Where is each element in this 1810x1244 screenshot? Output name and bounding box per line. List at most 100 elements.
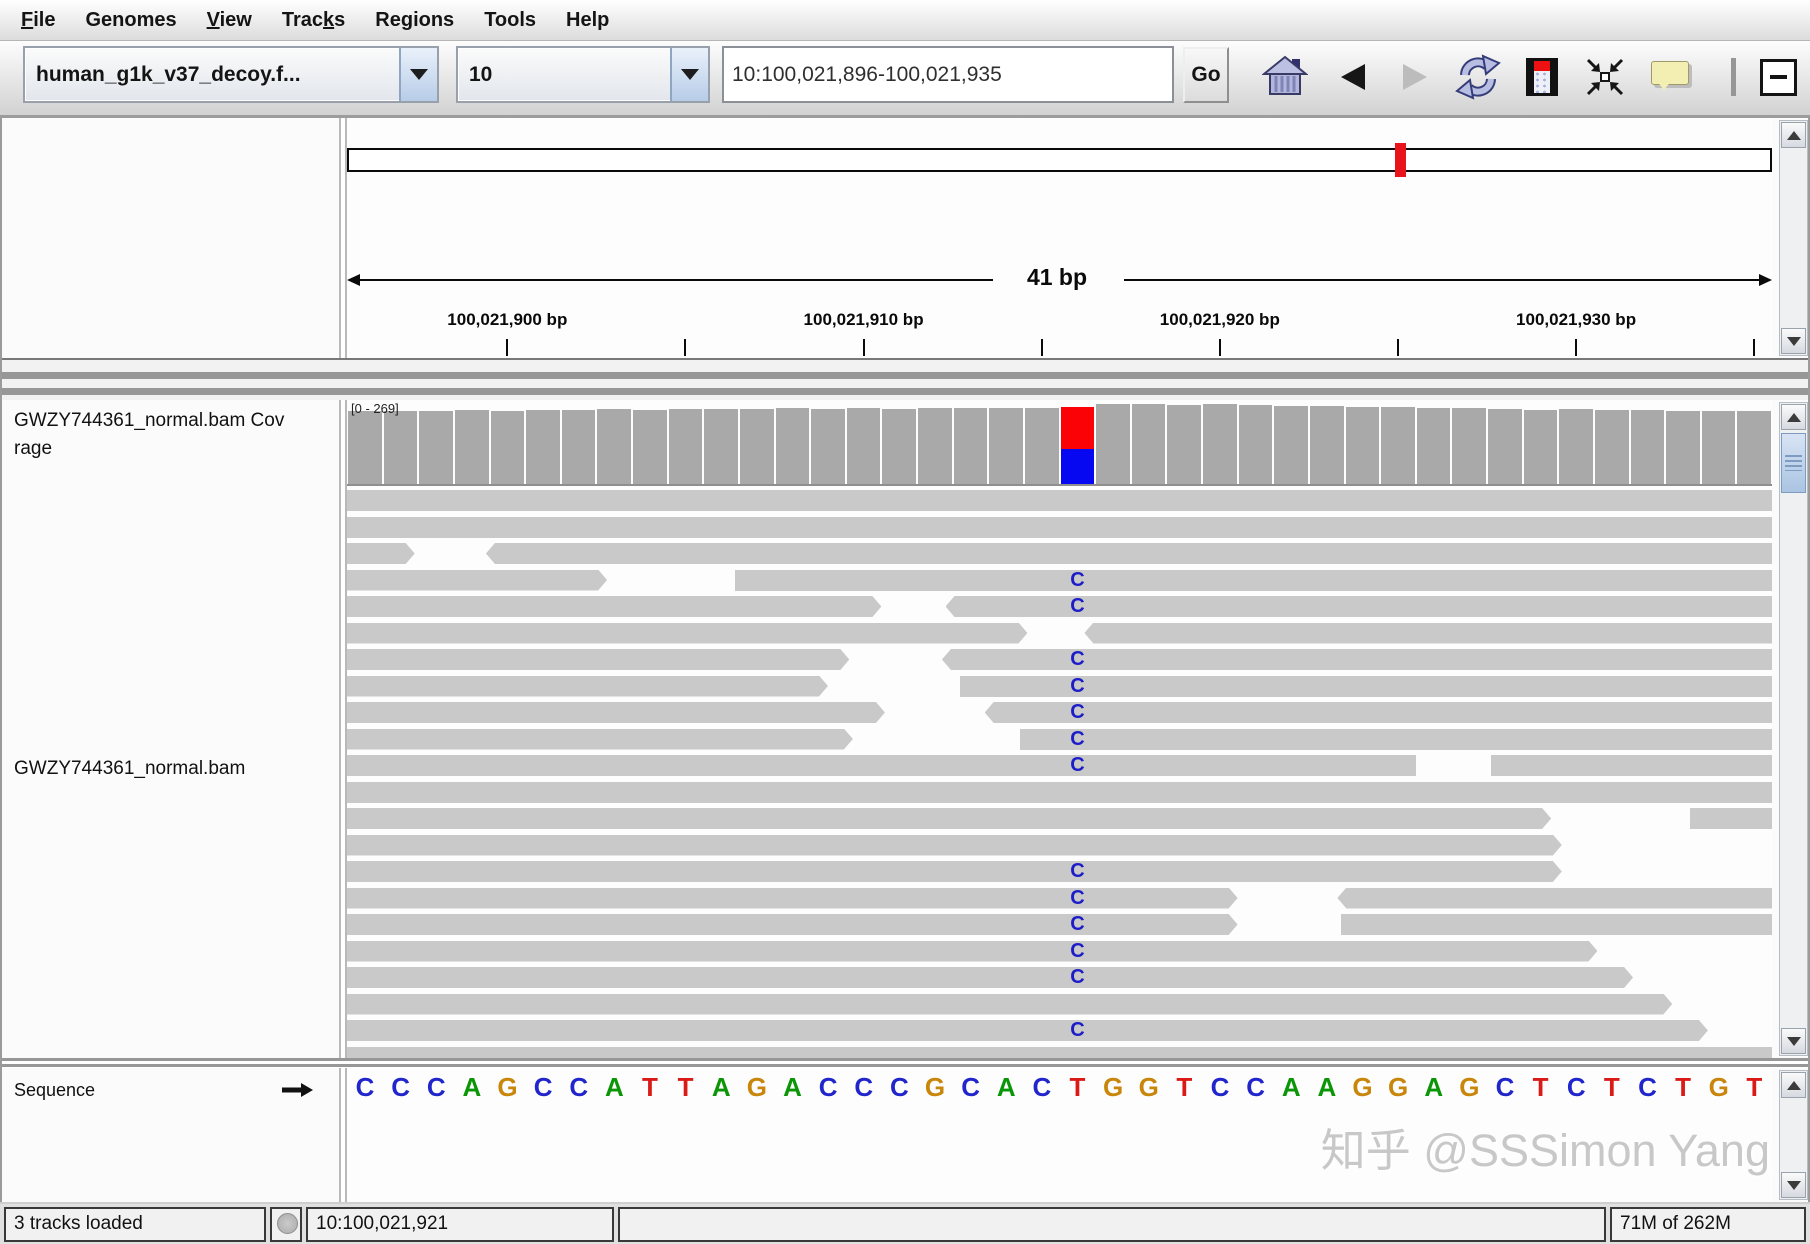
sequence-base: T	[1176, 1072, 1193, 1102]
sequence-base: C	[1210, 1072, 1230, 1102]
sequence-base: C	[818, 1072, 838, 1102]
sequence-base: G	[497, 1072, 518, 1102]
sequence-base: G	[1103, 1072, 1124, 1102]
read-segment	[735, 569, 1772, 591]
sequence-base: A	[1424, 1072, 1444, 1102]
ruler-tick-label: 100,021,910 bp	[803, 310, 924, 329]
ruler-data-area[interactable]: 41 bp 100,021,900 bp 100,021,910 bp 100,02…	[347, 118, 1772, 358]
sequence-base: T	[1746, 1072, 1763, 1102]
read-segment	[1020, 728, 1772, 750]
ruler-scrollbar[interactable]	[1779, 120, 1808, 356]
refresh-icon	[1455, 54, 1501, 100]
fit-to-window-button[interactable]	[1583, 52, 1627, 102]
scroll-down-button[interactable]	[1781, 1172, 1806, 1198]
sequence-base: T	[677, 1072, 694, 1102]
alignment-track-label[interactable]: GWZY744361_normal.bam	[14, 758, 245, 780]
sequence-base: C	[355, 1072, 375, 1102]
read-mismatch-base: C	[1070, 1019, 1085, 1041]
read-segment	[347, 888, 1238, 909]
read-segment	[347, 994, 1672, 1015]
go-button[interactable]: Go	[1183, 47, 1229, 103]
menu-help[interactable]: Help	[551, 0, 624, 40]
status-indicator-icon	[277, 1213, 298, 1234]
scroll-down-button[interactable]	[1781, 1028, 1806, 1054]
read-segment	[347, 861, 1562, 882]
scroll-up-button[interactable]	[1781, 1072, 1806, 1098]
read-segment	[347, 914, 1238, 935]
zoom-out-button[interactable]	[1758, 52, 1798, 102]
sequence-data-area[interactable]: 知乎 @SSSimon Yang CCCAGCCATTAGACCCGCACTGG…	[347, 1068, 1772, 1202]
strand-arrow-icon[interactable]	[280, 1082, 314, 1098]
region-icon	[1526, 58, 1558, 96]
forward-button[interactable]	[1400, 52, 1430, 102]
sequence-base: G	[1388, 1072, 1409, 1102]
ruler-tick-label: 100,021,900 bp	[447, 310, 568, 329]
ruler-tick-label: 100,021,920 bp	[1159, 310, 1280, 329]
read-segment	[347, 623, 1027, 644]
chromosome-select-value: 10	[469, 63, 493, 86]
read-segment	[1337, 887, 1772, 909]
read-mismatch-base: C	[1070, 674, 1085, 697]
menu-tools[interactable]: Tools	[469, 0, 551, 40]
region-of-interest-button[interactable]	[1522, 52, 1562, 102]
scrollbar-thumb[interactable]	[1781, 433, 1806, 493]
scroll-up-button[interactable]	[1781, 122, 1806, 148]
chromosome-ideogram[interactable]	[347, 148, 1772, 172]
read-mismatch-base: C	[1070, 886, 1085, 909]
scroll-up-button[interactable]	[1781, 404, 1806, 430]
sequence-base: G	[924, 1072, 946, 1102]
sequence-base: C	[569, 1072, 589, 1102]
sequence-base: G	[1459, 1072, 1480, 1102]
menu-tracks[interactable]: Tracks	[267, 0, 360, 40]
sequence-base: C	[1566, 1072, 1586, 1102]
read-mismatch-base: C	[1070, 939, 1085, 962]
chevron-down-icon[interactable]	[670, 48, 708, 101]
span-arrow-right-icon	[1759, 274, 1772, 286]
read-segment	[347, 516, 1772, 538]
tracks-scrollbar[interactable]	[1779, 402, 1808, 1056]
read-segment	[347, 649, 849, 670]
sequence-base: A	[462, 1072, 482, 1102]
menu-genomes[interactable]: Genomes	[70, 0, 191, 40]
chromosome-select[interactable]: 10	[456, 46, 710, 103]
sequence-scrollbar[interactable]	[1779, 1070, 1808, 1200]
menu-view[interactable]: View	[192, 0, 267, 40]
genome-select[interactable]: human_g1k_v37_decoy.f...	[23, 46, 439, 103]
ruler-panel: 41 bp 100,021,900 bp 100,021,910 bp 100,02…	[2, 118, 1808, 360]
coverage-track-label[interactable]: GWZY744361_normal.bam Cov	[14, 410, 284, 432]
back-button[interactable]	[1338, 52, 1368, 102]
span-line-left	[353, 279, 993, 281]
coverage-track-label-wrap[interactable]: rage	[14, 438, 52, 460]
sequence-base: T	[1603, 1072, 1620, 1102]
sequence-base: T	[642, 1072, 658, 1102]
locus-input[interactable]	[722, 46, 1174, 103]
read-segment	[1490, 755, 1772, 776]
sequence-track-label[interactable]: Sequence	[14, 1080, 95, 1101]
panel-divider	[339, 118, 347, 358]
sequence-base: T	[1532, 1072, 1549, 1102]
home-button[interactable]	[1260, 52, 1310, 102]
tracks-data-area[interactable]: [0 - 269] CCCCCCCCCCCCC	[347, 400, 1772, 1058]
read-mismatch-base: C	[1070, 913, 1085, 935]
tooltip-toggle-button[interactable]	[1647, 52, 1693, 102]
sequence-base: C	[961, 1072, 981, 1102]
menu-file[interactable]: File	[6, 0, 70, 40]
chevron-down-icon[interactable]	[399, 48, 437, 101]
panel-splitter[interactable]	[2, 1058, 1808, 1068]
tracks-panel: GWZY744361_normal.bam Cov rage GWZY74436…	[2, 400, 1808, 1058]
sequence-base: G	[1352, 1072, 1373, 1102]
ruler-tick	[1040, 339, 1043, 356]
menu-regions[interactable]: Regions	[360, 0, 469, 40]
refresh-button[interactable]	[1453, 52, 1503, 102]
read-mismatch-base: C	[1070, 966, 1085, 988]
read-segment	[347, 1046, 1772, 1058]
sequence-base: C	[1246, 1072, 1266, 1102]
ruler-tick	[1218, 339, 1221, 356]
igv-window: File Genomes View Tracks Regions Tools Help hu…	[0, 0, 1810, 1244]
toolbar: human_g1k_v37_decoy.f... 10 Go	[0, 41, 1810, 118]
scroll-down-button[interactable]	[1781, 328, 1806, 354]
sequence-base: T	[1675, 1072, 1692, 1102]
panel-splitter[interactable]	[2, 360, 1808, 400]
alignment-track[interactable]: CCCCCCCCCCCCC	[347, 400, 1772, 1058]
home-icon	[1262, 55, 1308, 95]
